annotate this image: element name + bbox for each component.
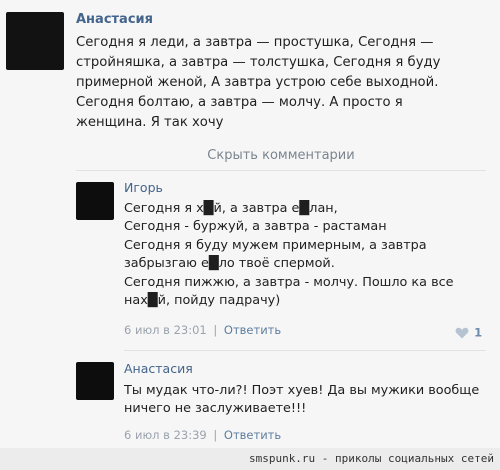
meta-separator: | bbox=[213, 428, 218, 442]
reply-button[interactable]: Ответить bbox=[224, 428, 281, 442]
comment-text-line: Ты мудак что-ли?! Поэт хуев! Да вы мужик… bbox=[124, 383, 480, 398]
comment-author-name[interactable]: Анастасия bbox=[124, 361, 193, 376]
comment-author-avatar[interactable] bbox=[76, 362, 114, 400]
comment-text-line: забрызгаю е█ло твоё спермой. bbox=[124, 256, 335, 272]
comment-author-name[interactable]: Игорь bbox=[124, 180, 163, 195]
divider bbox=[76, 170, 486, 171]
hide-comments-link[interactable]: Скрыть комментарии bbox=[76, 148, 486, 163]
meta-separator: | bbox=[213, 323, 218, 337]
post-text-line: Сегодня болтаю, а завтра — молчу. А прос… bbox=[76, 95, 403, 110]
post-text-line: женщина. Я так хочу bbox=[76, 115, 224, 130]
comment-text-line: Сегодня я буду мужем примерным, а завтра bbox=[124, 237, 427, 253]
comment-text-line: ничего не заслуживаете!!! bbox=[124, 401, 307, 417]
post-text-line: примерной женой, А завтра устрою себе вы… bbox=[76, 75, 439, 90]
reply-button[interactable]: Ответить bbox=[224, 323, 281, 337]
post-text: Сегодня я леди, а завтра — простушка, Се… bbox=[76, 33, 440, 133]
comment-date[interactable]: 6 июл в 23:01 bbox=[124, 323, 207, 337]
post-text-line: Сегодня я леди, а завтра — простушка, Се… bbox=[76, 35, 434, 50]
comment-meta: 6 июл в 23:39 | Ответить bbox=[124, 428, 281, 442]
post-author-name[interactable]: Анастасия bbox=[76, 12, 153, 27]
divider bbox=[124, 350, 486, 351]
post-author-avatar[interactable] bbox=[6, 12, 64, 70]
comment-date[interactable]: 6 июл в 23:39 bbox=[124, 428, 207, 442]
comment-text-line: Сегодня пижжю, а завтра - молчу. Пошло к… bbox=[124, 274, 454, 290]
comment-text-line: Сегодня я х█й, а завтра е█лан, bbox=[124, 201, 338, 216]
comment-text: Ты мудак что-ли?! Поэт хуев! Да вы мужик… bbox=[124, 382, 479, 419]
like-count: 1 bbox=[474, 325, 483, 340]
comment-text-line: нах█й, пойду падрачу) bbox=[124, 293, 281, 309]
comment-text: Сегодня я х█й, а завтра е█лан, Сегодня -… bbox=[124, 200, 454, 310]
post-text-line: стройняшка, а завтра — толстушка, Сегодн… bbox=[76, 55, 441, 70]
watermark: smspunk.ru - приколы социальных сетей bbox=[0, 448, 500, 470]
comment-meta: 6 июл в 23:01 | Ответить bbox=[124, 323, 281, 337]
heart-icon bbox=[455, 327, 469, 338]
like-button[interactable]: 1 bbox=[455, 322, 482, 341]
comment-text-line: Сегодня - буржуй, а завтра - растаман bbox=[124, 219, 387, 235]
comment-author-avatar[interactable] bbox=[76, 182, 114, 220]
